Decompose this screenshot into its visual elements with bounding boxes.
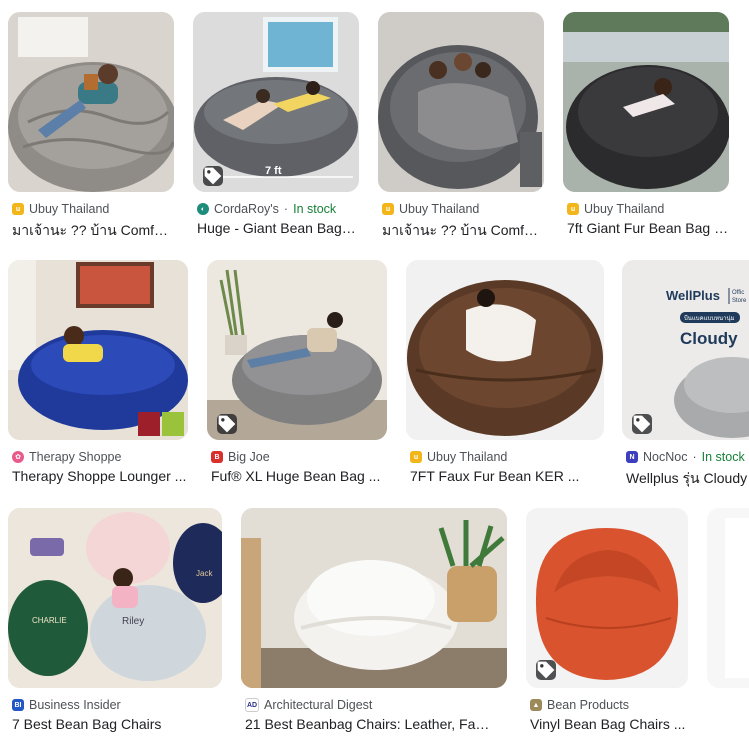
result-card-9[interactable]: CHARLIE Jack Riley BI Business Insider 7…: [8, 508, 224, 738]
source-name: NocNoc: [643, 450, 688, 464]
source-row: AD Architectural Digest: [245, 698, 372, 712]
result-title[interactable]: มาเจ้านะ ?? บ้าน Comfy Sack ที่...: [382, 220, 544, 242]
source-row: u Ubuy Thailand: [12, 202, 109, 216]
source-row: u Ubuy Thailand: [382, 202, 479, 216]
beanbag-label-2: Riley: [122, 616, 144, 627]
source-row: BI Business Insider: [12, 698, 121, 712]
architectural-digest-favicon-icon: AD: [245, 698, 259, 712]
source-name: Ubuy Thailand: [399, 202, 480, 216]
ruler-label: 7 ft: [265, 165, 282, 177]
result-image-4[interactable]: [563, 12, 729, 192]
brand-logo-sub1: Offic: [732, 290, 744, 296]
result-image-8[interactable]: WellPlus Offic Store บีนแบคแบบหนานุ่ม Cl…: [622, 260, 749, 440]
source-row: ◐ CordaRoy's · In stock: [197, 202, 336, 216]
beanbag-label-3: Jack: [196, 569, 213, 578]
result-card-7[interactable]: u Ubuy Thailand 7FT Faux Fur Bean KER ..…: [406, 260, 606, 490]
business-insider-favicon-icon: BI: [12, 699, 24, 711]
image-beanbag-blue-lounger: [8, 260, 188, 440]
result-image-6[interactable]: [207, 260, 387, 440]
image-beanbag-black-fur: [563, 12, 729, 192]
stock-status: In stock: [701, 450, 745, 464]
result-card-6[interactable]: B Big Joe Fuf® XL Huge Bean Bag ...: [207, 260, 389, 490]
result-title[interactable]: Therapy Shoppe Lounger ...: [12, 468, 188, 484]
source-name: Bean Products: [547, 698, 629, 712]
source-name: Ubuy Thailand: [584, 202, 665, 216]
ubuy-favicon-icon: u: [410, 451, 422, 463]
image-wellplus-cloudy: WellPlus Offic Store บีนแบคแบบหนานุ่ม Cl…: [622, 260, 749, 440]
source-row: ✿ Therapy Shoppe: [12, 450, 121, 464]
big-joe-favicon-icon: B: [211, 451, 223, 463]
result-title[interactable]: 7 Best Bean Bag Chairs: [12, 716, 222, 732]
shopping-tag-icon: [632, 414, 652, 434]
result-image-2[interactable]: 7 ft: [193, 12, 359, 192]
shopping-tag-icon: [217, 414, 237, 434]
result-card-11[interactable]: ▲ Bean Products Vinyl Bean Bag Chairs ..…: [526, 508, 690, 738]
result-title[interactable]: 7ft Giant Fur Bean Bag Cover ...: [567, 220, 729, 236]
image-beanbag-grey-laptop: [207, 260, 387, 440]
result-title[interactable]: 7FT Faux Fur Bean KER ...: [410, 468, 604, 484]
result-image-11[interactable]: [526, 508, 688, 688]
result-card-12[interactable]: [707, 508, 749, 688]
image-beanbag-grey-woman: [8, 12, 174, 192]
result-image-10[interactable]: [241, 508, 507, 688]
result-card-8[interactable]: WellPlus Offic Store บีนแบคแบบหนานุ่ม Cl…: [622, 260, 749, 490]
badge-text: บีนแบคแบบหนานุ่ม: [684, 314, 735, 322]
result-image-12[interactable]: [707, 508, 749, 688]
result-title[interactable]: 21 Best Beanbag Chairs: Leather, Fabric …: [245, 716, 495, 732]
result-title[interactable]: มาเจ้านะ ?? บ้าน Comfy Sack ที่...: [12, 220, 174, 242]
result-card-2[interactable]: 7 ft ◐ CordaRoy's · In stock Huge - Gian…: [193, 12, 361, 242]
source-row: B Big Joe: [211, 450, 270, 464]
image-beanbag-kids-personalized: CHARLIE Jack Riley: [8, 508, 222, 688]
source-name: Ubuy Thailand: [29, 202, 110, 216]
shopping-tag-icon: [536, 660, 556, 680]
result-title[interactable]: Wellplus รุ่น Cloudy ...: [626, 468, 749, 490]
ubuy-favicon-icon: u: [12, 203, 24, 215]
image-beanbag-grey-couple: 7 ft: [193, 12, 359, 192]
result-card-10[interactable]: AD Architectural Digest 21 Best Beanbag …: [241, 508, 509, 738]
source-name: CordaRoy's: [214, 202, 279, 216]
result-title[interactable]: Huge - Giant Bean Bag Bed ...: [197, 220, 359, 236]
image-beanbag-white-shaggy: [241, 508, 507, 688]
ubuy-favicon-icon: u: [567, 203, 579, 215]
image-beanbag-brown-fur: [406, 260, 604, 440]
source-row: u Ubuy Thailand: [567, 202, 664, 216]
source-row: ▲ Bean Products: [530, 698, 629, 712]
product-name: Cloudy: [680, 329, 738, 348]
image-beanbag-dark-family: [378, 12, 544, 192]
nocnoc-favicon-icon: N: [626, 451, 638, 463]
shopping-tag-icon: [203, 166, 223, 186]
image-partial-offscreen: [707, 508, 749, 688]
source-name: Big Joe: [228, 450, 270, 464]
result-image-9[interactable]: CHARLIE Jack Riley: [8, 508, 222, 688]
result-title[interactable]: Fuf® XL Huge Bean Bag ...: [211, 468, 387, 484]
ubuy-favicon-icon: u: [382, 203, 394, 215]
brand-logo-sub2: Store: [732, 298, 747, 304]
result-image-1[interactable]: [8, 12, 174, 192]
result-card-4[interactable]: u Ubuy Thailand 7ft Giant Fur Bean Bag C…: [563, 12, 731, 242]
result-card-3[interactable]: u Ubuy Thailand มาเจ้านะ ?? บ้าน Comfy S…: [378, 12, 546, 242]
result-card-5[interactable]: ✿ Therapy Shoppe Therapy Shoppe Lounger …: [8, 260, 190, 490]
source-row: N NocNoc · In stock: [626, 450, 745, 464]
result-title[interactable]: Vinyl Bean Bag Chairs ...: [530, 716, 688, 732]
brand-logo: WellPlus: [666, 288, 720, 303]
result-card-1[interactable]: u Ubuy Thailand มาเจ้านะ ?? บ้าน Comfy S…: [8, 12, 176, 242]
source-name: Architectural Digest: [264, 698, 373, 712]
source-name: Business Insider: [29, 698, 121, 712]
separator: ·: [692, 450, 697, 464]
source-row: u Ubuy Thailand: [410, 450, 507, 464]
therapy-shoppe-favicon-icon: ✿: [12, 451, 24, 463]
bean-products-favicon-icon: ▲: [530, 699, 542, 711]
stock-status: In stock: [293, 202, 337, 216]
result-image-5[interactable]: [8, 260, 188, 440]
cordaroys-favicon-icon: ◐: [197, 203, 209, 215]
separator: ·: [283, 202, 289, 216]
beanbag-label-1: CHARLIE: [32, 616, 67, 625]
result-image-3[interactable]: [378, 12, 544, 192]
source-name: Ubuy Thailand: [427, 450, 508, 464]
result-image-7[interactable]: [406, 260, 604, 440]
source-name: Therapy Shoppe: [29, 450, 122, 464]
